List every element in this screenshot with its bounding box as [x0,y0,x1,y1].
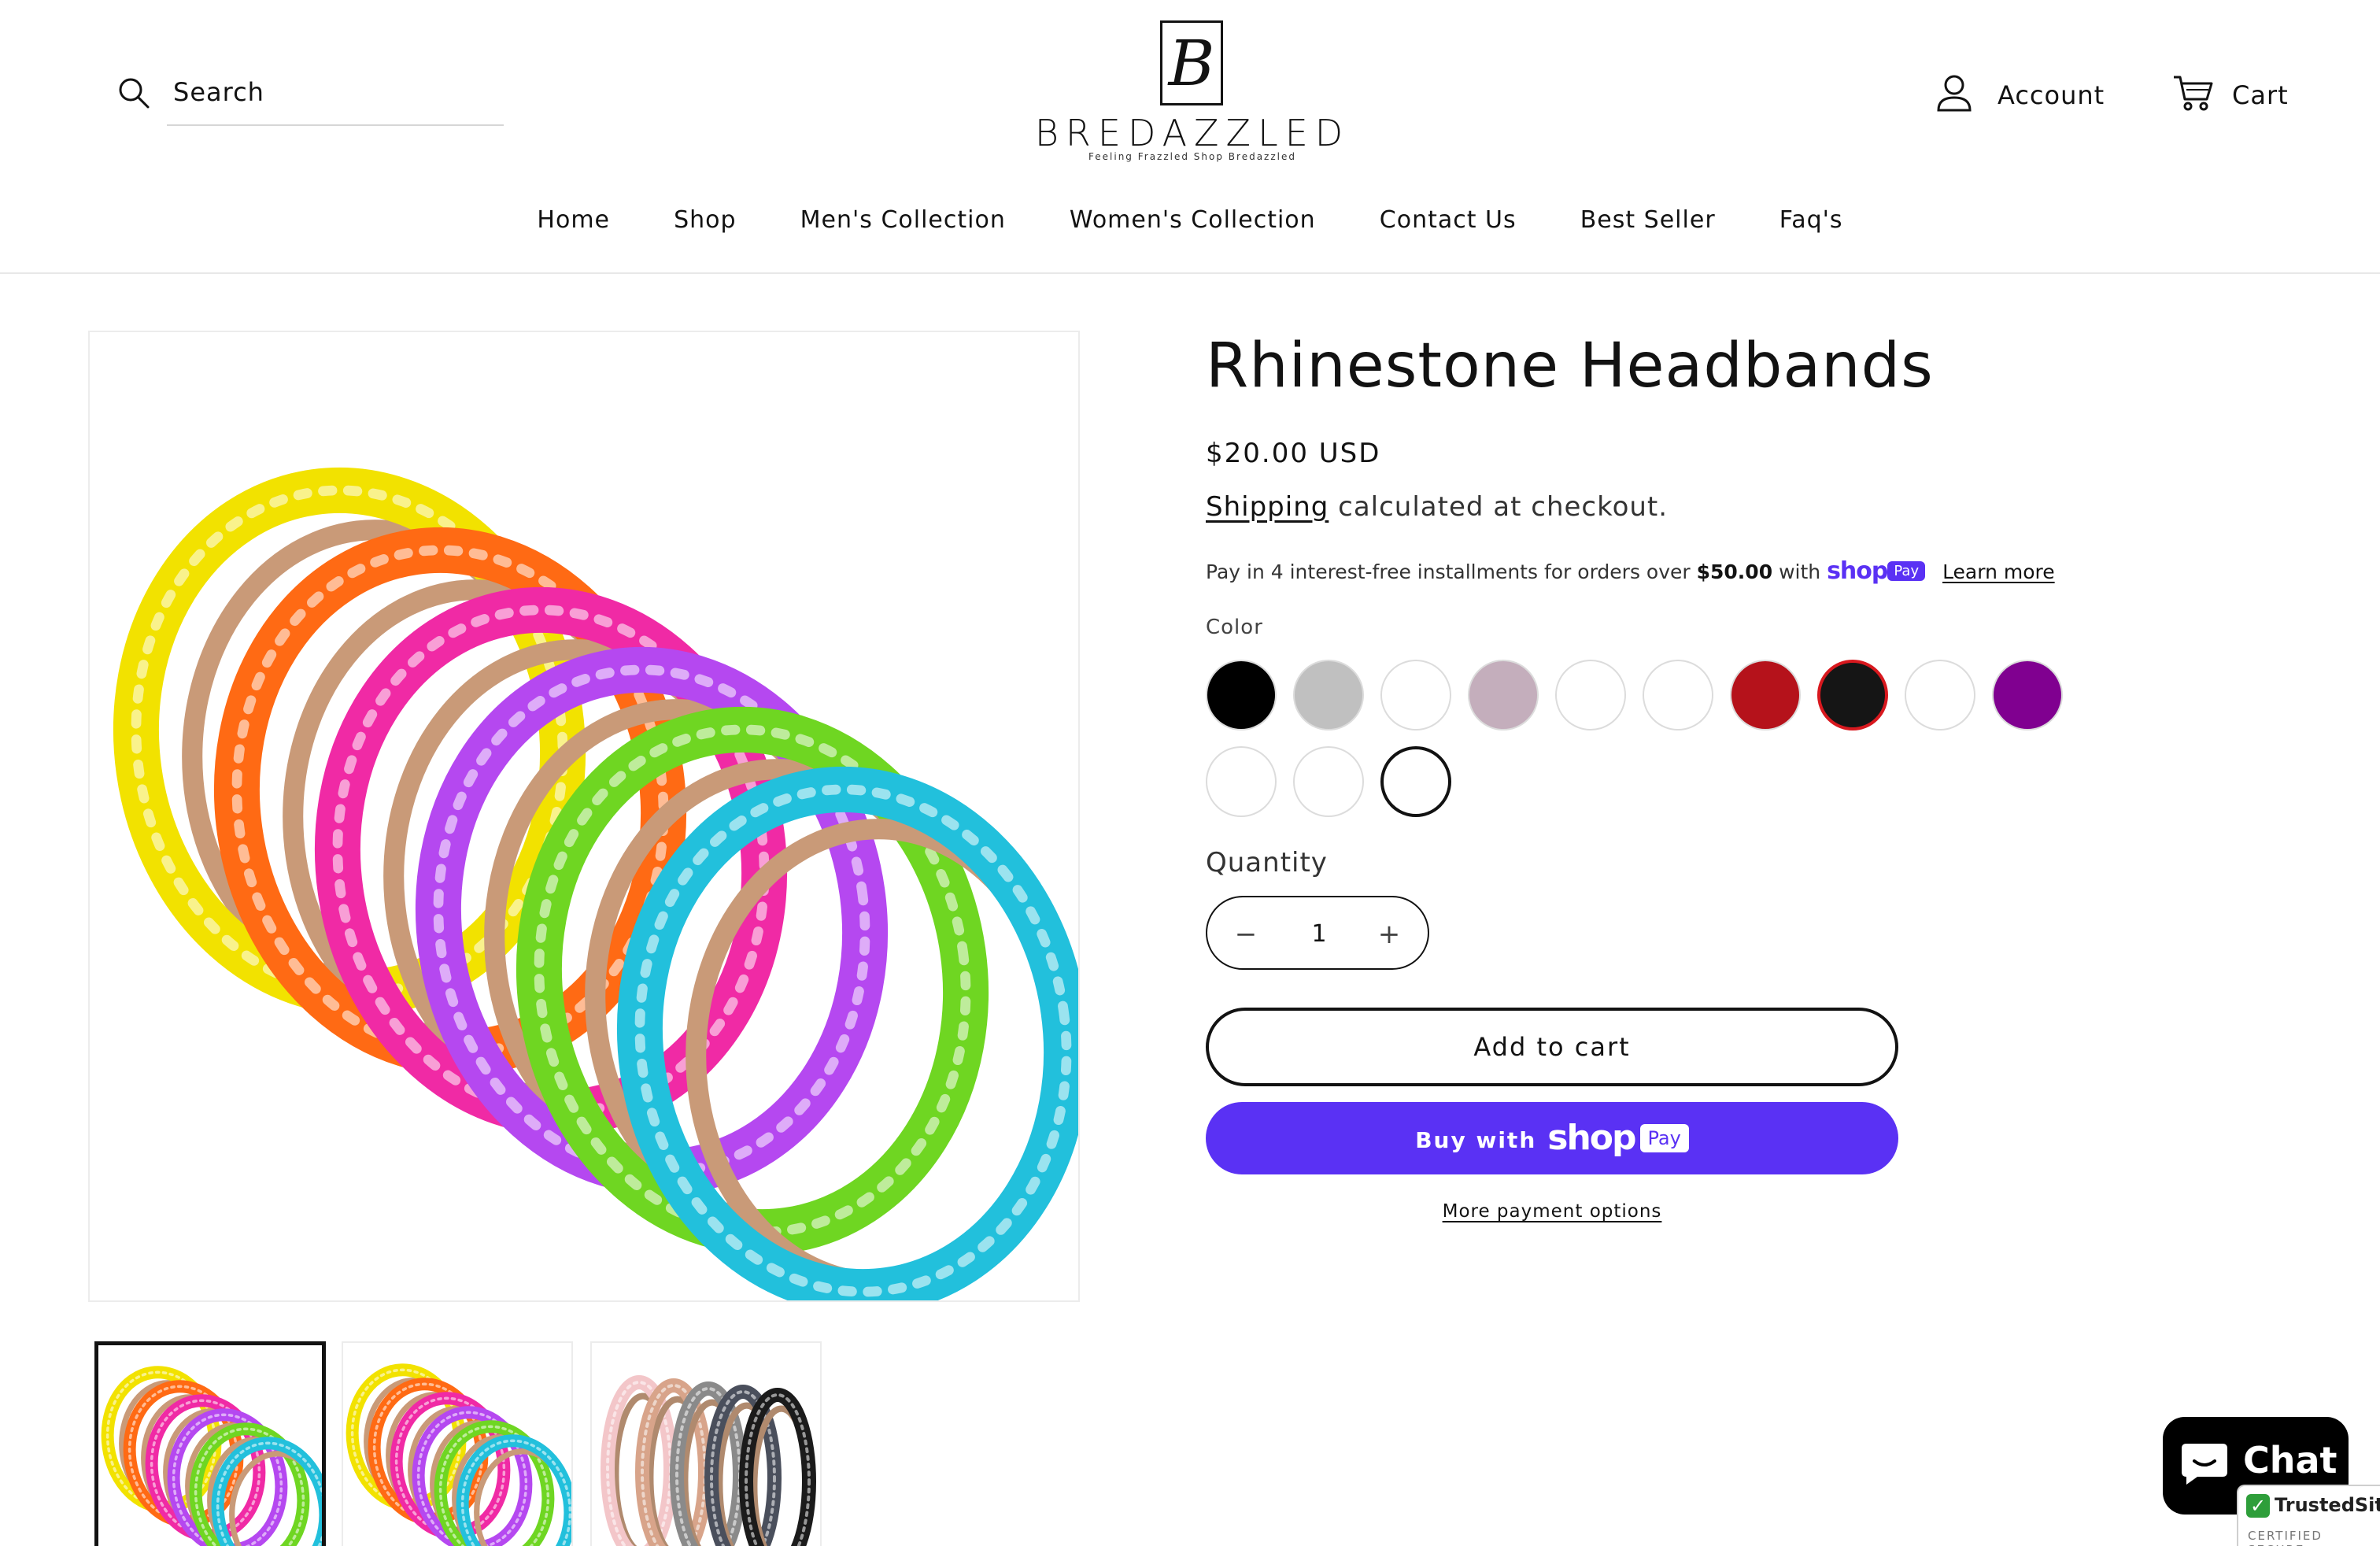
shop-pay-badge: Pay [1639,1124,1689,1152]
quantity-increase-button[interactable]: + [1369,915,1409,954]
buy-with-shop-pay-button[interactable]: Buy with shop Pay [1206,1102,1898,1174]
buy-with-label: Buy with [1415,1127,1537,1153]
installments-with: with [1779,560,1821,583]
brand-name: BREDAZZLED [1034,112,1351,154]
quantity-label: Quantity [1206,847,1328,878]
nav-faqs[interactable]: Faq's [1779,206,1843,234]
color-swatch[interactable] [1293,746,1364,817]
color-swatch[interactable] [1730,660,1801,730]
nav-shop[interactable]: Shop [674,206,736,234]
search-label: Search [173,77,264,107]
trustedsite-badge[interactable]: ✓ TrustedSite CERTIFIED SECURE [2237,1485,2380,1546]
search-button[interactable]: Search [110,71,504,128]
product-price: $20.00 USD [1206,438,1381,469]
checkmark-icon: ✓ [2246,1494,2270,1518]
color-swatch[interactable] [1380,660,1451,730]
shop-pay-badge: Pay [1887,561,1926,581]
site-header: Search B BREDAZZLED Feeling Frazzled Sho… [0,0,2380,274]
account-label: Account [1998,80,2105,110]
color-swatch[interactable] [1555,660,1626,730]
color-swatch[interactable] [1293,660,1364,730]
shipping-text: calculated at checkout. [1338,491,1669,523]
shop-pay-installments: Pay in 4 interest-free installments for … [1206,557,2055,585]
product-thumbnail-1[interactable] [94,1341,326,1546]
brand-logo[interactable]: B BREDAZZLED Feeling Frazzled Shop Breda… [1023,16,1362,173]
product-thumbnail-3[interactable] [590,1341,822,1546]
thumbnail-image [346,1363,571,1546]
chat-label: Chat [2243,1439,2338,1481]
more-payment-options-link[interactable]: More payment options [1206,1201,1898,1222]
chat-bubble-icon [2182,1444,2227,1485]
color-swatch[interactable] [1643,660,1713,730]
shop-pay-logo: shop [1547,1118,1636,1158]
shipping-note: Shipping calculated at checkout. [1206,491,1668,523]
thumbnail-image [101,1366,322,1546]
nav-best-seller[interactable]: Best Seller [1580,206,1716,234]
badge-name: TrustedSite [2275,1494,2380,1516]
nav-mens-collection[interactable]: Men's Collection [800,206,1006,234]
badge-subtitle: CERTIFIED SECURE [2248,1529,2323,1546]
color-swatch[interactable] [1905,660,1975,730]
nav-home[interactable]: Home [537,206,610,234]
product-title: Rhinestone Headbands [1206,331,1934,401]
shipping-link[interactable]: Shipping [1206,491,1329,523]
user-icon [1937,75,1972,112]
shop-pay-logo: shop [1827,557,1888,585]
installments-text: Pay in 4 interest-free installments for … [1206,560,1691,583]
installments-amount: $50.00 [1696,560,1773,583]
color-swatch[interactable] [1206,746,1277,817]
color-swatch[interactable] [1992,660,2063,730]
cart-icon [2174,76,2213,111]
color-label: Color [1206,616,1263,639]
logo-mark: B [1160,20,1223,105]
color-swatch[interactable] [1380,746,1451,817]
search-icon [119,78,150,109]
quantity-input[interactable]: 1 [1280,897,1358,971]
nav-contact-us[interactable]: Contact Us [1380,206,1517,234]
cart-label: Cart [2232,80,2289,110]
color-swatch[interactable] [1817,660,1888,730]
main-nav: Home Shop Men's Collection Women's Colle… [0,206,2380,234]
brand-tagline: Feeling Frazzled Shop Bredazzled [1088,151,1296,162]
quantity-stepper: − 1 + [1206,896,1429,970]
add-to-cart-button[interactable]: Add to cart [1206,1008,1898,1086]
search-underline [167,124,504,126]
quantity-decrease-button[interactable]: − [1226,915,1266,954]
product-thumbnail-2[interactable] [342,1341,573,1546]
product-main-image[interactable] [88,331,1080,1302]
learn-more-link[interactable]: Learn more [1942,560,2055,583]
color-swatch[interactable] [1206,660,1277,730]
headbands-image [113,467,1078,1300]
color-swatch[interactable] [1468,660,1539,730]
nav-womens-collection[interactable]: Women's Collection [1070,206,1316,234]
thumbnail-image [601,1375,816,1546]
